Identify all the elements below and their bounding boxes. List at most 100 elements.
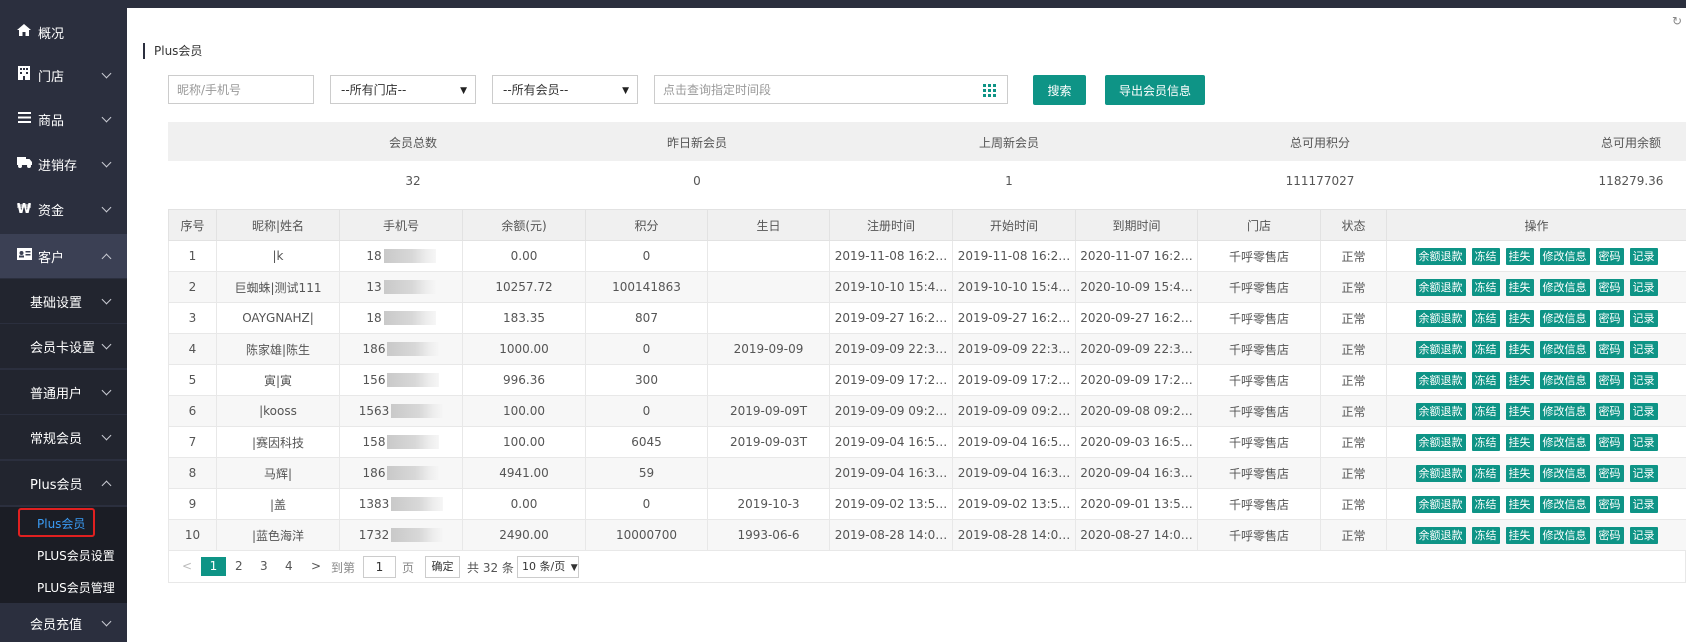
store-select[interactable]: --所有门店-- ▼ (330, 75, 476, 104)
sidebar-item-funds[interactable]: ₩ 资金 (0, 187, 127, 231)
row-action-button[interactable]: 冻结 (1471, 495, 1500, 513)
row-action-button[interactable]: 冻结 (1471, 247, 1500, 265)
sidebar-item-inventory[interactable]: 进销存 (0, 142, 127, 186)
sidebar-sub-recharge[interactable]: 会员充值 (0, 604, 127, 642)
row-action-button[interactable]: 余额退款 (1415, 402, 1466, 420)
prev-page-icon[interactable]: < (182, 559, 192, 573)
row-action-button[interactable]: 余额退款 (1415, 464, 1466, 482)
row-action-button[interactable]: 余额退款 (1415, 495, 1466, 513)
row-action-button[interactable]: 修改信息 (1539, 526, 1590, 544)
row-action-button[interactable]: 密码 (1595, 464, 1624, 482)
row-action-button[interactable]: 记录 (1629, 495, 1658, 513)
row-action-button[interactable]: 余额退款 (1415, 247, 1466, 265)
row-action-button[interactable]: 挂失 (1505, 526, 1534, 544)
refresh-icon[interactable]: ↻ (1672, 14, 1686, 28)
row-action-button[interactable]: 余额退款 (1415, 278, 1466, 296)
row-action-button[interactable]: 冻结 (1471, 278, 1500, 296)
row-action-button[interactable]: 修改信息 (1539, 340, 1590, 358)
row-action-button[interactable]: 密码 (1595, 309, 1624, 327)
row-action-button[interactable]: 冻结 (1471, 433, 1500, 451)
row-action-button[interactable]: 密码 (1595, 247, 1624, 265)
row-action-button[interactable]: 冻结 (1471, 309, 1500, 327)
row-action-button[interactable]: 修改信息 (1539, 309, 1590, 327)
row-action-button[interactable]: 修改信息 (1539, 464, 1590, 482)
sidebar-sub-regular-members[interactable]: 常规会员 (0, 415, 127, 459)
goto-page-input[interactable]: 1 (363, 556, 396, 578)
page-2[interactable]: 2 (235, 559, 243, 573)
table-row[interactable]: 9 |盖 1383 0.00 0 2019-10-3 2019-09-02 13:5… 201… (168, 488, 1686, 520)
row-action-button[interactable]: 记录 (1629, 278, 1658, 296)
row-action-button[interactable]: 记录 (1629, 402, 1658, 420)
calendar-icon[interactable] (981, 82, 997, 98)
search-input[interactable] (169, 76, 313, 103)
row-action-button[interactable]: 修改信息 (1539, 247, 1590, 265)
next-page-icon[interactable]: > (311, 559, 321, 573)
table-row[interactable]: 1 |k 18 0.00 0 2019-11-08 16:2… 2019-11-08 16:… (168, 240, 1686, 272)
row-action-button[interactable]: 密码 (1595, 278, 1624, 296)
row-action-button[interactable]: 密码 (1595, 495, 1624, 513)
member-select[interactable]: --所有会员-- ▼ (492, 75, 638, 104)
row-action-button[interactable]: 记录 (1629, 371, 1658, 389)
table-row[interactable]: 4 陈家雄|陈生 186 1000.00 0 2019-09-09 2019-09-09 2… (168, 333, 1686, 365)
sidebar-leaf-plus-settings[interactable]: PLUS会员设置 (0, 539, 127, 571)
row-action-button[interactable]: 冻结 (1471, 402, 1500, 420)
row-action-button[interactable]: 密码 (1595, 526, 1624, 544)
search-button[interactable]: 搜索 (1033, 75, 1086, 105)
sidebar-item-customers[interactable]: 客户 (0, 234, 127, 278)
row-action-button[interactable]: 挂失 (1505, 495, 1534, 513)
sidebar-item-products[interactable]: 商品 (0, 97, 127, 141)
row-action-button[interactable]: 密码 (1595, 340, 1624, 358)
row-action-button[interactable]: 余额退款 (1415, 433, 1466, 451)
row-action-button[interactable]: 修改信息 (1539, 278, 1590, 296)
row-action-button[interactable]: 密码 (1595, 402, 1624, 420)
page-3[interactable]: 3 (260, 559, 268, 573)
row-action-button[interactable]: 余额退款 (1415, 371, 1466, 389)
row-action-button[interactable]: 记录 (1629, 247, 1658, 265)
sidebar-sub-basic-settings[interactable]: 基础设置 (0, 279, 127, 323)
date-range-input[interactable] (655, 76, 1007, 103)
row-action-button[interactable]: 余额退款 (1415, 526, 1466, 544)
row-action-button[interactable]: 余额退款 (1415, 340, 1466, 358)
table-row[interactable]: 2 巨蜘蛛|测试111 13 10257.72 100141863 2019-10-10 … (168, 271, 1686, 303)
row-action-button[interactable]: 冻结 (1471, 371, 1500, 389)
page-size-select[interactable]: 10 条/页 ▼ (517, 556, 579, 578)
row-action-button[interactable]: 修改信息 (1539, 495, 1590, 513)
row-action-button[interactable]: 记录 (1629, 526, 1658, 544)
row-action-button[interactable]: 挂失 (1505, 340, 1534, 358)
row-action-button[interactable]: 冻结 (1471, 526, 1500, 544)
row-action-button[interactable]: 挂失 (1505, 278, 1534, 296)
table-row[interactable]: 6 |kooss 1563 100.00 0 2019-09-09T 2019-09-09 … (168, 395, 1686, 427)
row-action-button[interactable]: 余额退款 (1415, 309, 1466, 327)
row-action-button[interactable]: 挂失 (1505, 464, 1534, 482)
table-row[interactable]: 8 马辉| 186 4941.00 59 2019-09-04 16:3… 2019-09-… (168, 457, 1686, 489)
row-action-button[interactable]: 挂失 (1505, 309, 1534, 327)
row-action-button[interactable]: 挂失 (1505, 371, 1534, 389)
row-action-button[interactable]: 修改信息 (1539, 371, 1590, 389)
table-row[interactable]: 5 寅|寅 156 996.36 300 2019-09-09 17:2… 2019-09-… (168, 364, 1686, 396)
row-action-button[interactable]: 冻结 (1471, 340, 1500, 358)
sidebar-item-overview[interactable]: 概况 (0, 10, 127, 54)
sidebar-item-store[interactable]: 门店 (0, 53, 127, 97)
row-action-button[interactable]: 挂失 (1505, 247, 1534, 265)
sidebar-sub-card-settings[interactable]: 会员卡设置 (0, 324, 127, 368)
table-row[interactable]: 7 |赛因科技 158 100.00 6045 2019-09-03T 2019-09-04… (168, 426, 1686, 458)
row-action-button[interactable]: 挂失 (1505, 433, 1534, 451)
row-action-button[interactable]: 记录 (1629, 309, 1658, 327)
row-action-button[interactable]: 记录 (1629, 340, 1658, 358)
row-action-button[interactable]: 密码 (1595, 371, 1624, 389)
row-action-button[interactable]: 修改信息 (1539, 402, 1590, 420)
row-action-button[interactable]: 记录 (1629, 464, 1658, 482)
page-1[interactable]: 1 (201, 557, 226, 576)
table-row[interactable]: 10 |蓝色海洋 1732 2490.00 10000700 1993-06-6 2019-… (168, 519, 1686, 551)
export-button[interactable]: 导出会员信息 (1105, 75, 1205, 105)
sidebar-sub-normal-users[interactable]: 普通用户 (0, 370, 127, 414)
row-action-button[interactable]: 密码 (1595, 433, 1624, 451)
row-action-button[interactable]: 挂失 (1505, 402, 1534, 420)
table-row[interactable]: 3 OAYGNAHZ| 18 183.35 807 2019-09-27 16:2… 201… (168, 302, 1686, 334)
row-action-button[interactable]: 冻结 (1471, 464, 1500, 482)
goto-confirm-button[interactable]: 确定 (425, 556, 460, 578)
sidebar-leaf-plus-management[interactable]: PLUS会员管理 (0, 571, 127, 603)
row-action-button[interactable]: 修改信息 (1539, 433, 1590, 451)
row-action-button[interactable]: 记录 (1629, 433, 1658, 451)
sidebar-sub-plus-members[interactable]: Plus会员 (0, 461, 127, 505)
